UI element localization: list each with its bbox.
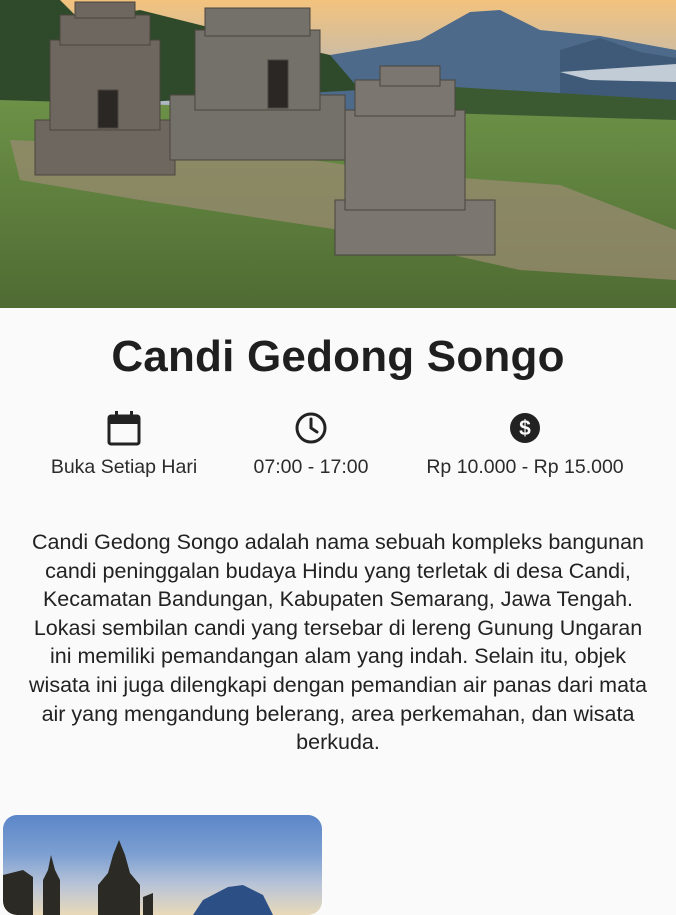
page-title: Candi Gedong Songo	[111, 332, 565, 381]
svg-text:$: $	[519, 417, 531, 440]
info-row: Buka Setiap Hari 07:00 - 17:00 $ Rp 10.0…	[0, 408, 676, 488]
clock-icon	[240, 408, 382, 448]
info-open-days-label: Buka Setiap Hari	[50, 456, 198, 478]
temple-silhouette-illustration	[3, 840, 273, 915]
dollar-icon: $	[414, 408, 636, 448]
temple-landscape-illustration	[0, 0, 676, 308]
info-open-days: Buka Setiap Hari	[40, 408, 208, 479]
info-hours: 07:00 - 17:00	[240, 408, 382, 479]
description-text: Candi Gedong Songo adalah nama sebuah ko…	[29, 530, 647, 755]
info-hours-label: 07:00 - 17:00	[253, 456, 369, 478]
hero-image	[0, 0, 676, 308]
gallery-image[interactable]	[3, 815, 322, 915]
info-price-label: Rp 10.000 - Rp 15.000	[426, 456, 624, 478]
info-price: $ Rp 10.000 - Rp 15.000	[414, 408, 636, 479]
calendar-icon	[40, 408, 208, 448]
